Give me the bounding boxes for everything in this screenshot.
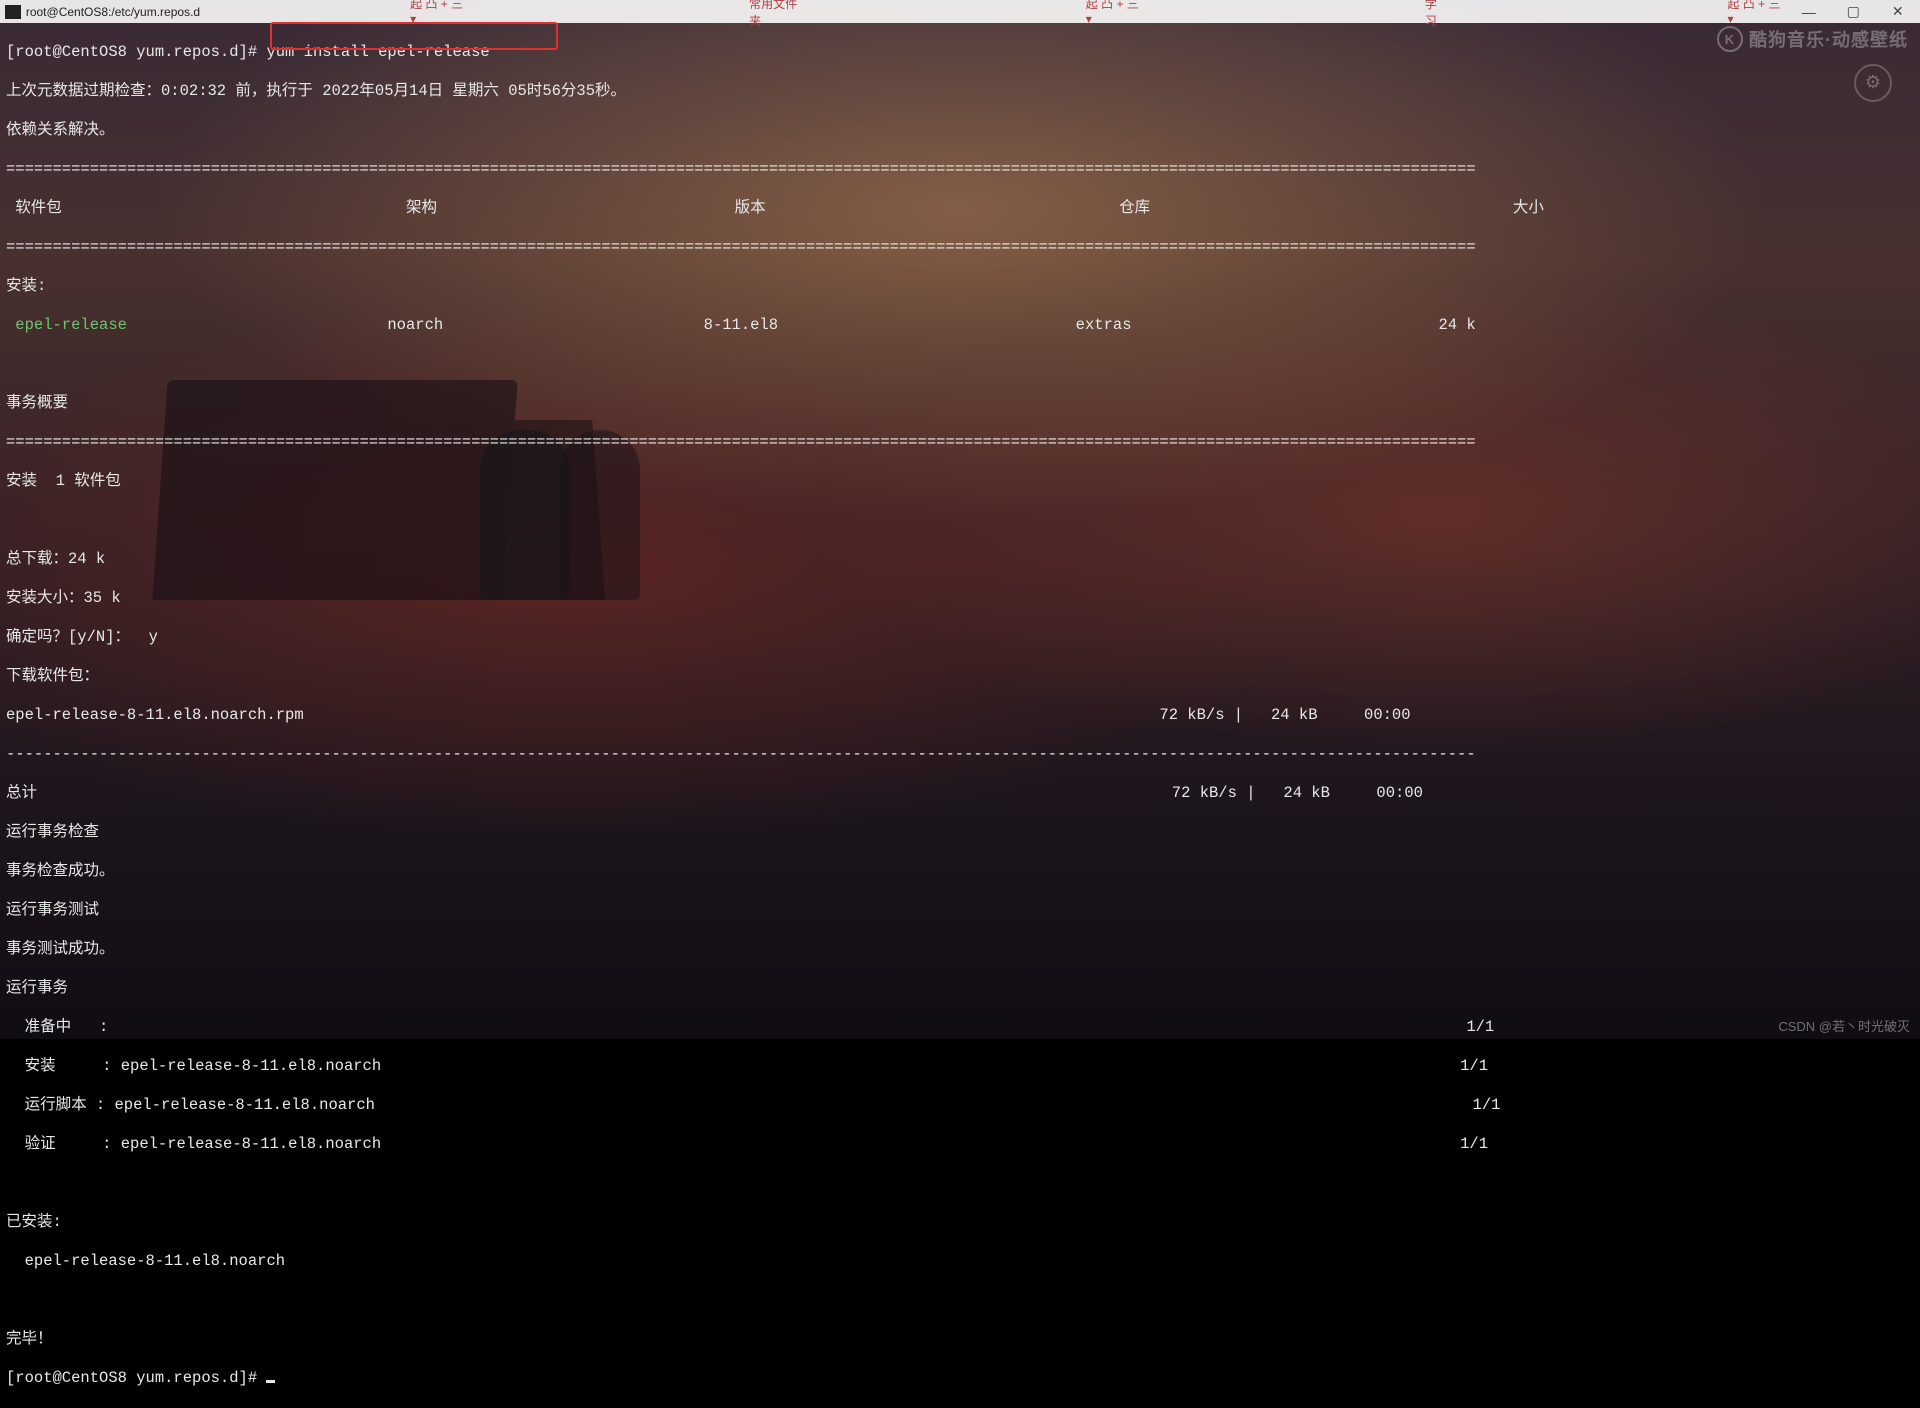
term-line: 事务测试成功。 (0, 940, 1920, 960)
download-row: epel-release-8-11.el8.noarch.rpm 72 kB/s… (0, 706, 1920, 726)
shell-command: yum install epel-release (266, 43, 489, 61)
maximize-button[interactable]: ▢ (1831, 0, 1876, 23)
close-button[interactable]: ✕ (1875, 0, 1920, 23)
term-line: 总下载：24 k (0, 550, 1920, 570)
divider-double: ========================================… (0, 160, 1920, 180)
term-line: 事务检查成功。 (0, 862, 1920, 882)
progress-row: 安装 : epel-release-8-11.el8.noarch 1/1 (0, 1057, 1920, 1077)
term-line: 安装 1 软件包 (0, 472, 1920, 492)
table-header: 软件包 架构 版本 仓库 大小 (0, 199, 1920, 219)
terminal-output[interactable]: [root@CentOS8 yum.repos.d]# yum install … (0, 23, 1920, 1039)
divider-double: ========================================… (0, 238, 1920, 258)
table-row: epel-release noarch 8-11.el8 extras 24 k (0, 316, 1920, 336)
confirm-prompt: 确定吗？[y/N]： y (0, 628, 1920, 648)
divider-double: ========================================… (0, 433, 1920, 453)
total-row: 总计 72 kB/s | 24 kB 00:00 (0, 784, 1920, 804)
window-titlebar[interactable]: root@CentOS8:/etc/yum.repos.d 起 凸 + 三 ▾ … (0, 0, 1920, 23)
window-title: root@CentOS8:/etc/yum.repos.d (26, 5, 200, 19)
terminal-cursor (266, 1380, 275, 1383)
section-label: 事务概要 (0, 394, 1920, 414)
minimize-button[interactable]: — (1786, 0, 1831, 23)
divider-dashed: ----------------------------------------… (0, 745, 1920, 765)
shell-prompt: [root@CentOS8 yum.repos.d]# (6, 1369, 266, 1387)
term-line: 上次元数据过期检查：0:02:32 前，执行于 2022年05月14日 星期六 … (0, 82, 1920, 102)
csdn-watermark: CSDN @若丶时光破灭 (1778, 1016, 1910, 1035)
term-line: 依赖关系解决。 (0, 121, 1920, 141)
term-line: 运行事务 (0, 979, 1920, 999)
term-line: epel-release-8-11.el8.noarch (0, 1252, 1920, 1272)
progress-row: 运行脚本 : epel-release-8-11.el8.noarch 1/1 (0, 1096, 1920, 1116)
progress-row: 验证 : epel-release-8-11.el8.noarch 1/1 (0, 1135, 1920, 1155)
term-line: 安装大小：35 k (0, 589, 1920, 609)
section-label: 已安装: (0, 1213, 1920, 1233)
term-line: 完毕！ (0, 1330, 1920, 1350)
term-line: 运行事务测试 (0, 901, 1920, 921)
shell-prompt: [root@CentOS8 yum.repos.d]# (6, 43, 266, 61)
term-line: 运行事务检查 (0, 823, 1920, 843)
terminal-app-icon (5, 5, 21, 19)
term-line: 下载软件包： (0, 667, 1920, 687)
section-label: 安装: (0, 277, 1920, 297)
progress-row: 准备中 : 1/1 (0, 1018, 1920, 1038)
